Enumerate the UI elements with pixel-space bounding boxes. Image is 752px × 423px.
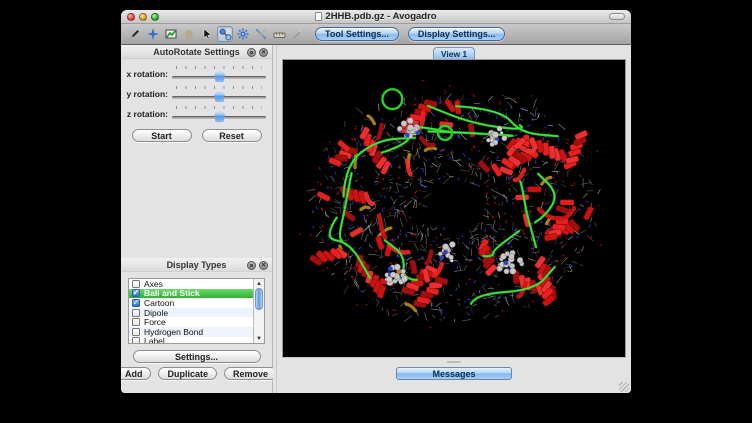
autorotate-panel-titlebar[interactable]: AutoRotate Settings × bbox=[121, 46, 272, 59]
autorotate-panel-title: AutoRotate Settings bbox=[153, 47, 240, 57]
rotation-slider[interactable] bbox=[172, 105, 266, 123]
tool-toolbar: Tool Settings... Display Settings... bbox=[121, 24, 631, 45]
rotation-slider-row: z rotation: bbox=[125, 104, 266, 124]
scroll-down-icon[interactable]: ▼ bbox=[254, 334, 264, 343]
add-button[interactable]: Add bbox=[121, 367, 151, 380]
gl-viewport[interactable] bbox=[282, 59, 626, 358]
display-type-checkbox[interactable] bbox=[132, 337, 140, 343]
display-type-label: Label bbox=[144, 336, 165, 343]
scroll-up-icon[interactable]: ▲ bbox=[254, 279, 264, 288]
display-types-panel-titlebar[interactable]: Display Types × bbox=[121, 259, 272, 272]
slider-label: y rotation: bbox=[125, 89, 172, 99]
slider-thumb[interactable] bbox=[214, 89, 225, 102]
avogadro-window: 2HHB.pdb.gz - Avogadro Tool Settings... … bbox=[121, 10, 631, 393]
display-types-panel: Display Types × Axes ✓ Ball and Stick ✓ Cart… bbox=[121, 258, 272, 393]
messages-button[interactable]: Messages bbox=[396, 367, 512, 380]
display-type-row[interactable]: Axes bbox=[129, 279, 253, 289]
zoom-window-button[interactable] bbox=[151, 13, 159, 21]
window-titlebar[interactable]: 2HHB.pdb.gz - Avogadro bbox=[121, 10, 631, 24]
display-type-row[interactable]: Label bbox=[129, 337, 253, 343]
display-type-row[interactable]: Force bbox=[129, 317, 253, 327]
display-type-row[interactable]: Dipole bbox=[129, 308, 253, 318]
display-type-checkbox[interactable]: ✓ bbox=[132, 299, 140, 307]
display-type-checkbox[interactable]: ✓ bbox=[132, 289, 140, 297]
hemoglobin-molecule-render bbox=[283, 60, 625, 357]
document-proxy-icon bbox=[315, 12, 322, 21]
bond-centric-tool-icon[interactable] bbox=[163, 26, 179, 42]
display-types-list: Axes ✓ Ball and Stick ✓ CartoonDipoleForceHy… bbox=[128, 278, 265, 344]
window-controls bbox=[127, 13, 159, 21]
display-types-scrollbar[interactable]: ▲ ▼ bbox=[253, 279, 264, 343]
remove-button[interactable]: Remove bbox=[224, 367, 277, 380]
display-type-row[interactable]: ✓ Cartoon bbox=[129, 298, 253, 308]
display-type-checkbox[interactable] bbox=[132, 309, 140, 317]
scrollbar-thumb[interactable] bbox=[255, 288, 263, 310]
draw-tool-icon[interactable] bbox=[127, 26, 143, 42]
display-type-label: Ball and Stick bbox=[144, 288, 200, 298]
autooptimize-tool-icon[interactable] bbox=[235, 26, 251, 42]
measure-tool-icon[interactable] bbox=[253, 26, 269, 42]
display-type-row[interactable]: ✓ Ball and Stick bbox=[129, 289, 253, 299]
display-type-checkbox[interactable] bbox=[132, 318, 140, 326]
tool-settings-button[interactable]: Tool Settings... bbox=[315, 27, 399, 41]
settings-button[interactable]: Settings... bbox=[133, 350, 261, 363]
close-window-button[interactable] bbox=[127, 13, 135, 21]
slider-ticks bbox=[176, 106, 262, 109]
display-type-label: Force bbox=[144, 317, 166, 327]
panel-float-icon[interactable] bbox=[247, 48, 256, 57]
rotation-slider-row: x rotation: bbox=[125, 64, 266, 84]
display-type-label: Axes bbox=[144, 279, 163, 289]
autorotate-tool-icon[interactable] bbox=[217, 26, 233, 42]
slider-ticks bbox=[176, 66, 262, 69]
rotation-slider[interactable] bbox=[172, 65, 266, 83]
align-tool-icon[interactable] bbox=[271, 26, 287, 42]
zmatrix-tool-icon[interactable] bbox=[289, 26, 305, 42]
display-type-row[interactable]: Hydrogen Bond bbox=[129, 327, 253, 337]
display-type-label: Hydrogen Bond bbox=[144, 327, 203, 337]
toolbar-toggle-pill[interactable] bbox=[609, 13, 625, 20]
display-settings-button[interactable]: Display Settings... bbox=[408, 27, 506, 41]
display-type-checkbox[interactable] bbox=[132, 328, 140, 336]
window-resize-grip[interactable] bbox=[619, 382, 629, 392]
view-tab[interactable]: View 1 bbox=[433, 47, 475, 59]
slider-label: z rotation: bbox=[125, 109, 172, 119]
navigate-tool-icon[interactable] bbox=[145, 26, 161, 42]
panel-close-icon[interactable]: × bbox=[259, 48, 268, 57]
slider-label: x rotation: bbox=[125, 69, 172, 79]
slider-thumb[interactable] bbox=[214, 109, 225, 122]
rotation-slider[interactable] bbox=[172, 85, 266, 103]
bottom-strip: Messages bbox=[277, 358, 631, 393]
start-button[interactable]: Start bbox=[132, 129, 192, 142]
panel-float-icon[interactable] bbox=[247, 261, 256, 270]
window-title: 2HHB.pdb.gz - Avogadro bbox=[325, 11, 436, 22]
messages-splitter-handle[interactable] bbox=[447, 361, 461, 363]
display-type-checkbox[interactable] bbox=[132, 280, 140, 288]
display-types-panel-title: Display Types bbox=[167, 260, 227, 270]
manipulate-tool-icon[interactable] bbox=[181, 26, 197, 42]
desktop-background: 2HHB.pdb.gz - Avogadro Tool Settings... … bbox=[0, 0, 752, 423]
autorotate-settings-panel: AutoRotate Settings × x rotation: y rotat… bbox=[121, 45, 272, 148]
rotation-slider-row: y rotation: bbox=[125, 84, 266, 104]
display-type-label: Dipole bbox=[144, 308, 168, 318]
reset-button[interactable]: Reset bbox=[202, 129, 262, 142]
viewport-column: View 1 Messages bbox=[277, 45, 631, 393]
slider-ticks bbox=[176, 86, 262, 89]
display-type-label: Cartoon bbox=[144, 298, 174, 308]
selection-tool-icon[interactable] bbox=[199, 26, 215, 42]
left-dock: AutoRotate Settings × x rotation: y rotat… bbox=[121, 45, 273, 393]
dock-empty-space bbox=[121, 148, 272, 258]
minimize-window-button[interactable] bbox=[139, 13, 147, 21]
slider-thumb[interactable] bbox=[214, 69, 225, 82]
duplicate-button[interactable]: Duplicate bbox=[158, 367, 217, 380]
panel-close-icon[interactable]: × bbox=[259, 261, 268, 270]
